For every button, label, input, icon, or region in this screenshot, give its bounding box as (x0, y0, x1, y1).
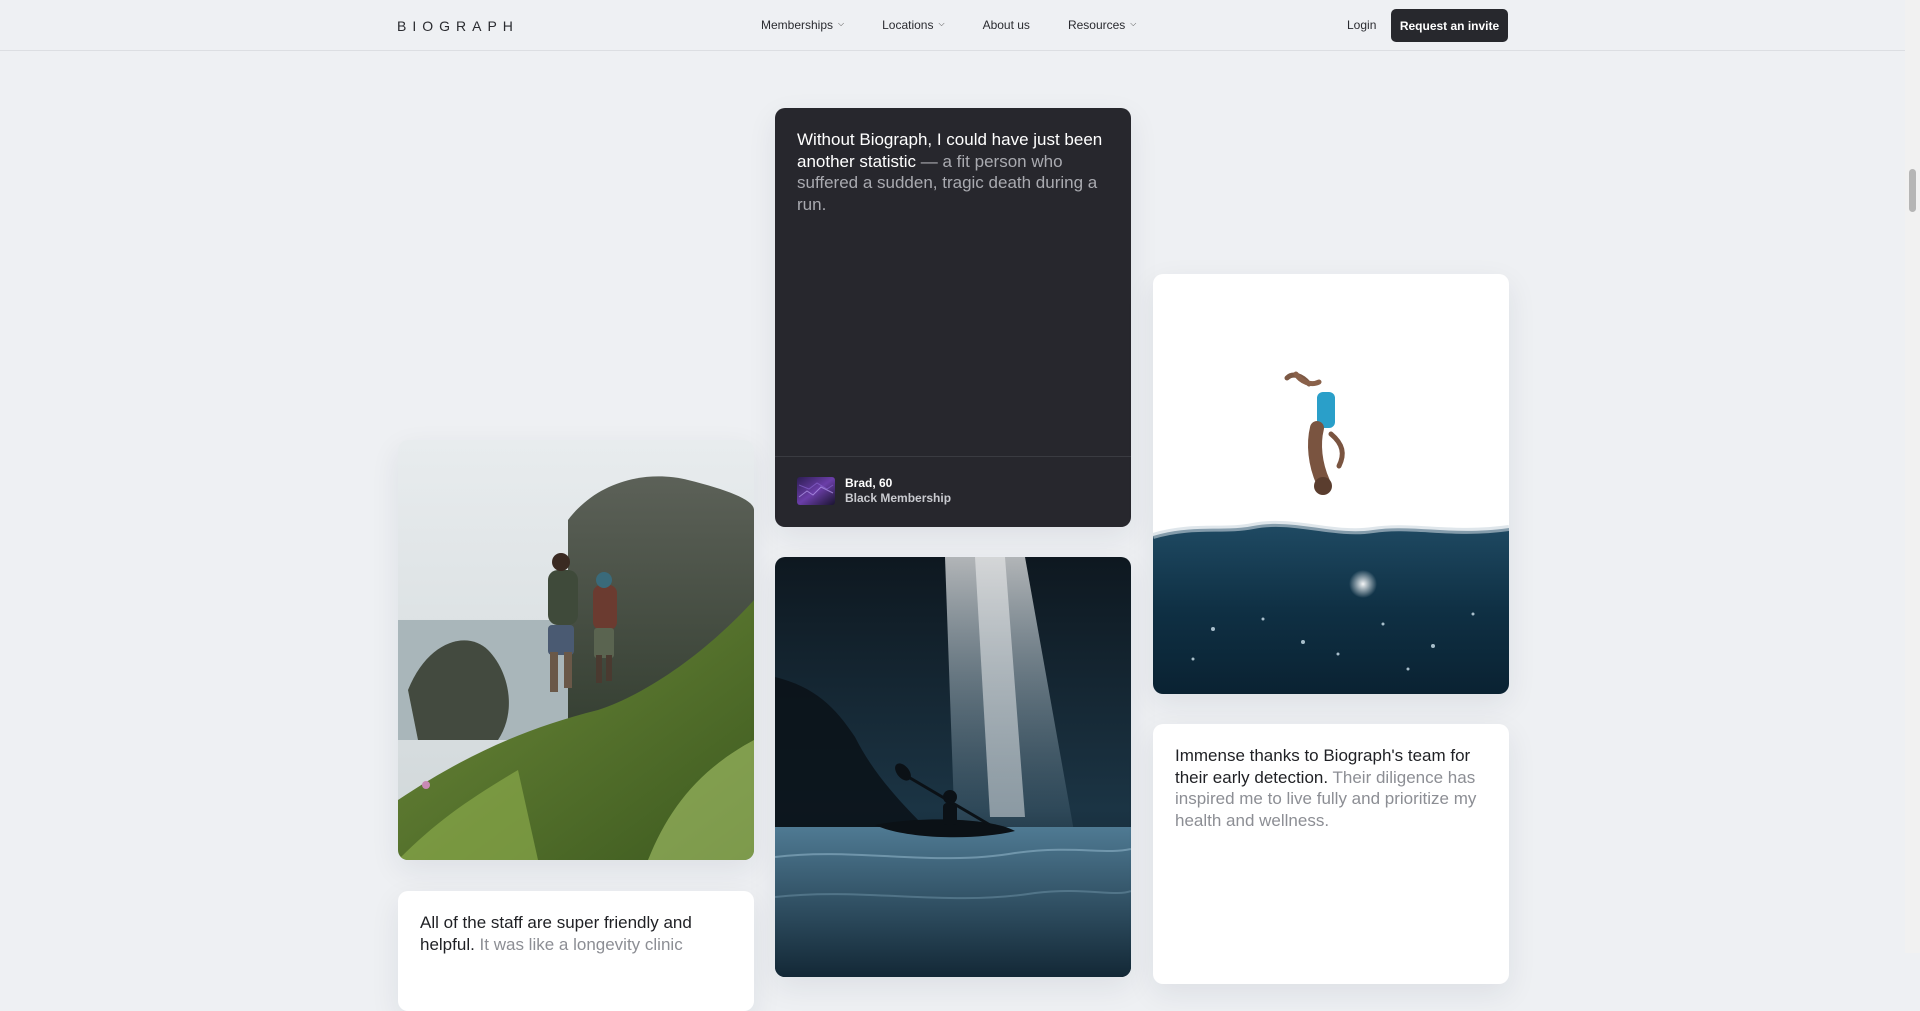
testimonial-card-staff: All of the staff are super friendly and … (398, 891, 754, 1011)
nav-resources-label: Resources (1067, 18, 1126, 32)
testimonial-card-brad: Without Biograph, I could have just been… (775, 108, 1131, 527)
testimonial-quote: Without Biograph, I could have just been… (797, 129, 1109, 215)
chevron-down-icon: ⌵ (838, 19, 845, 28)
nav-memberships[interactable]: Memberships ⌵ (761, 18, 844, 32)
author-thumbnail (797, 477, 835, 505)
author-name: Brad, 60 (845, 476, 893, 490)
nav-locations-label: Locations (882, 18, 934, 32)
site-header: BIOGRAPH Memberships ⌵ Locations ⌵ About… (0, 0, 1905, 51)
nav-locations[interactable]: Locations ⌵ (882, 18, 944, 32)
hikers-on-cliff-photo (398, 440, 754, 860)
quote-continuation: It was like a longevity clinic (474, 934, 683, 954)
image-card-kayak (775, 557, 1131, 977)
page-scrollbar[interactable] (1905, 0, 1920, 953)
nav-about-label: About us (982, 18, 1030, 32)
testimonial-quote: All of the staff are super friendly and … (420, 912, 732, 955)
nav-resources[interactable]: Resources ⌵ (1068, 18, 1136, 32)
kayak-waterfall-cave-photo (775, 557, 1131, 977)
author-membership: Black Membership (845, 491, 952, 505)
login-link[interactable]: Login (1347, 18, 1376, 32)
card-divider (775, 456, 1131, 457)
image-card-cliff-diver (1153, 274, 1509, 694)
testimonial-author: Brad, 60 Black Membership (797, 476, 951, 506)
nav-about-us[interactable]: About us (983, 18, 1030, 32)
chevron-down-icon: ⌵ (938, 19, 945, 28)
scrollbar-thumb[interactable] (1909, 169, 1916, 212)
nav-memberships-label: Memberships (761, 18, 834, 32)
biograph-logo[interactable]: BIOGRAPH (397, 18, 519, 34)
testimonial-quote: Immense thanks to Biograph's team for th… (1175, 745, 1487, 831)
chevron-down-icon: ⌵ (1130, 19, 1137, 28)
testimonial-card-early-detection: Immense thanks to Biograph's team for th… (1153, 724, 1509, 984)
image-card-hikers (398, 440, 754, 860)
cliff-diver-photo (1153, 274, 1509, 694)
request-invite-button[interactable]: Request an invite (1391, 9, 1508, 42)
main-nav: Memberships ⌵ Locations ⌵ About us Resou… (761, 18, 1174, 32)
